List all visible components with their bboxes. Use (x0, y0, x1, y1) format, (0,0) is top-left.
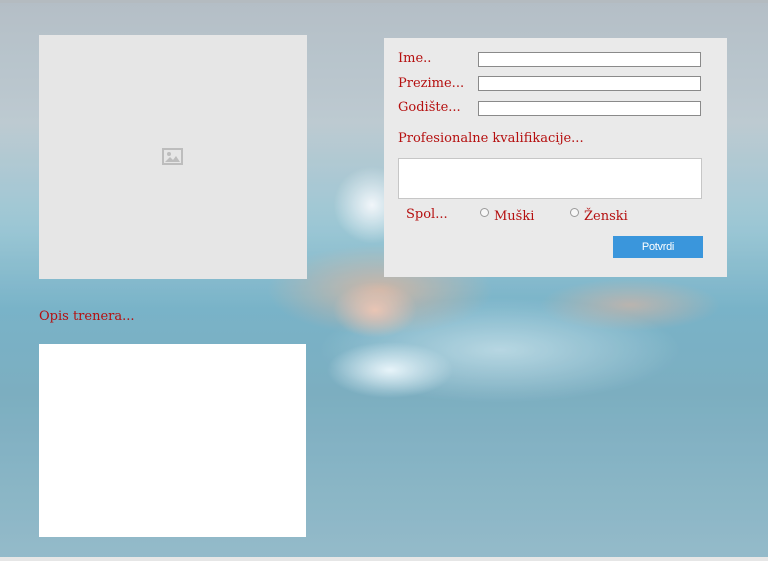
trainer-photo-placeholder[interactable] (39, 35, 307, 279)
top-ruler (0, 0, 768, 3)
trainer-form-panel: Ime.. Prezime... Godište... Profesionaln… (384, 38, 727, 277)
qualifications-input[interactable] (398, 158, 702, 199)
gender-male-label: Muški (494, 209, 535, 224)
last-name-field[interactable] (478, 76, 701, 91)
last-name-label: Prezime... (398, 76, 465, 91)
first-name-label: Ime.. (398, 51, 432, 66)
trainer-description-input[interactable] (39, 344, 306, 537)
submit-button[interactable]: Potvrdi (613, 236, 703, 258)
qualifications-label: Profesionalne kvalifikacije... (398, 131, 584, 146)
gender-label: Spol... (406, 207, 448, 222)
birth-year-label: Godište... (398, 100, 461, 115)
gender-male-radio[interactable] (480, 208, 489, 217)
birth-year-field[interactable] (478, 101, 701, 116)
gender-female-label: Ženski (584, 209, 628, 224)
first-name-field[interactable] (478, 52, 701, 67)
image-icon (162, 148, 183, 165)
bottom-bar (0, 557, 768, 561)
gender-female-radio[interactable] (570, 208, 579, 217)
trainer-description-label: Opis trenera... (39, 309, 135, 324)
